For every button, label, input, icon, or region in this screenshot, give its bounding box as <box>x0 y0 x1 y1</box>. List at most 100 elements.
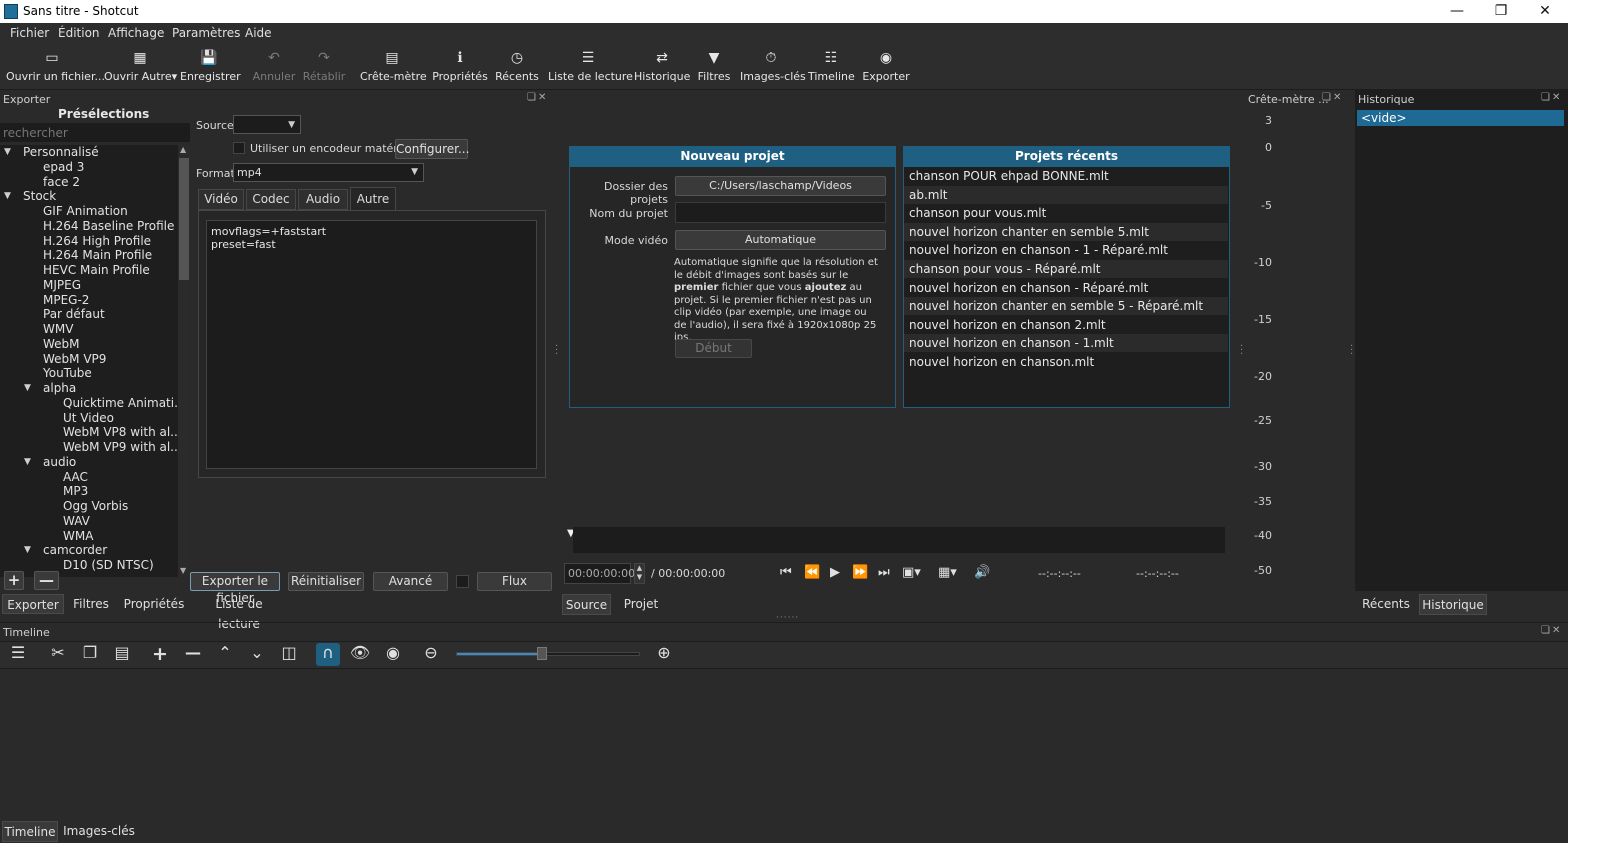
preset-tree-item[interactable]: YouTube <box>0 366 178 381</box>
tab-source[interactable]: Source <box>562 594 611 615</box>
scrollbar-thumb[interactable] <box>179 158 189 280</box>
preset-tree-item[interactable]: GIF Animation <box>0 204 178 219</box>
tab-other[interactable]: Autre <box>350 187 396 211</box>
zoom-out-icon[interactable]: ⊖ <box>419 643 443 662</box>
remove-preset-button[interactable]: — <box>34 571 59 590</box>
expand-arrow-icon[interactable]: ▼ <box>24 457 31 467</box>
preset-tree-item[interactable]: ▼ Personnalisé <box>0 145 178 160</box>
splitter-handle-left[interactable]: · · · <box>555 342 558 360</box>
split-icon[interactable]: ◫ <box>277 643 301 662</box>
splitter-handle-right[interactable]: · · · <box>1240 342 1243 360</box>
expand-arrow-icon[interactable]: ▼ <box>24 545 31 555</box>
peak-meter-button[interactable]: ▤ Crête-mètre <box>360 44 427 89</box>
play-icon[interactable]: ▶ <box>830 565 840 580</box>
recent-button[interactable]: ◷ Récents <box>494 44 540 89</box>
video-mode-button[interactable]: Automatique <box>675 230 886 250</box>
timecode-spinner[interactable]: ▲ ▼ <box>634 563 645 584</box>
expand-arrow-icon[interactable]: ▼ <box>4 147 11 157</box>
tab-video[interactable]: Vidéo <box>198 189 244 210</box>
tab-timeline[interactable]: Timeline <box>2 821 58 842</box>
menu-settings[interactable]: Paramètres <box>172 26 240 40</box>
append-icon[interactable]: + <box>148 643 172 665</box>
preset-tree-item[interactable]: WAV <box>0 514 178 529</box>
tab-audio[interactable]: Audio <box>298 189 348 210</box>
preset-tree-item[interactable]: HEVC Main Profile <box>0 263 178 278</box>
preset-tree-item[interactable]: ▼ audio <box>0 455 178 470</box>
export-file-button[interactable]: Exporter le fichier <box>190 572 280 605</box>
tab-filters[interactable]: Filtres <box>68 594 114 614</box>
history-dock-icons[interactable]: ❏✕ <box>1541 92 1562 103</box>
recent-project-item[interactable]: nouvel horizon en chanson.mlt <box>904 353 1228 371</box>
recent-project-item[interactable]: nouvel horizon chanter en semble 5.mlt <box>904 222 1228 241</box>
tab-codec[interactable]: Codec <box>246 189 296 210</box>
preset-tree-item[interactable]: ▼ camcorder <box>0 543 178 558</box>
playlist-button[interactable]: ☰ Liste de lecture <box>548 44 633 89</box>
recent-project-item[interactable]: nouvel horizon en chanson 2.mlt <box>904 316 1228 334</box>
recent-project-item[interactable]: chanson pour vous - Réparé.mlt <box>904 260 1228 278</box>
export-button[interactable]: ◉ Exporter <box>862 44 910 89</box>
scroll-down-icon[interactable]: ▼ <box>180 566 186 575</box>
preset-tree-item[interactable]: MJPEG <box>0 278 178 293</box>
tab-export[interactable]: Exporter <box>2 594 64 614</box>
hw-encoder-checkbox[interactable] <box>233 142 245 154</box>
recent-project-item[interactable]: chanson POUR ehpad BONNE.mlt <box>904 167 1228 185</box>
skip-end-icon[interactable]: ⏭ <box>878 565 890 580</box>
volume-icon[interactable]: 🔊 <box>974 565 990 580</box>
snap-icon[interactable]: ∩ <box>316 643 340 666</box>
project-folder-button[interactable]: C:/Users/laschamp/Videos <box>675 176 886 196</box>
recent-project-item[interactable]: nouvel horizon chanter en semble 5 - Rép… <box>904 297 1228 316</box>
tab-playlist[interactable]: Liste de lecture <box>194 594 284 631</box>
tab-history[interactable]: Historique <box>1419 594 1487 615</box>
scroll-up-icon[interactable]: ▲ <box>180 145 186 154</box>
history-button[interactable]: ⇄ Historique <box>634 44 690 89</box>
lift-icon[interactable]: ⌃ <box>213 643 237 662</box>
preset-tree-item[interactable]: Par défaut <box>0 307 178 322</box>
preset-tree-item[interactable]: WebM VP9 <box>0 352 178 367</box>
open-file-button[interactable]: ▭ Ouvrir un fichier... <box>6 44 105 89</box>
keyframes-button[interactable]: ⏱ Images-clés <box>740 44 806 89</box>
timeline-tracks-area[interactable] <box>0 670 1568 820</box>
preset-tree-item[interactable]: Quicktime Animati... <box>0 396 178 411</box>
other-params-textarea[interactable]: movflags=+faststart preset=fast <box>206 220 537 469</box>
timecode-input[interactable]: 00:00:00:00 <box>564 563 635 584</box>
preset-tree-item[interactable]: H.264 Main Profile <box>0 248 178 263</box>
menu-edit[interactable]: Édition <box>58 26 100 40</box>
preset-tree-item[interactable]: Ut Video <box>0 411 178 426</box>
preset-tree-item[interactable]: Ogg Vorbis <box>0 499 178 514</box>
undo-button[interactable]: ↶ Annuler <box>252 44 296 89</box>
copy-icon[interactable]: ❐ <box>78 643 102 662</box>
recent-project-item[interactable]: nouvel horizon en chanson - 1.mlt <box>904 334 1228 353</box>
properties-button[interactable]: ℹ Propriétés <box>432 44 488 89</box>
dock-float-close-icon[interactable]: ❏✕ <box>527 92 548 103</box>
menu-file[interactable]: Fichier <box>10 26 49 40</box>
configure-button[interactable]: Configurer... <box>395 139 469 159</box>
scrub-bar[interactable] <box>573 527 1225 553</box>
fast-forward-icon[interactable]: ⏩ <box>852 565 868 580</box>
grid-icon[interactable]: ▦▾ <box>938 565 957 580</box>
recent-project-item[interactable]: nouvel horizon en chanson - 1 - Réparé.m… <box>904 241 1228 259</box>
advanced-button[interactable]: Avancé <box>373 572 448 591</box>
expand-arrow-icon[interactable]: ▼ <box>24 383 31 393</box>
preset-search-input[interactable] <box>0 123 190 142</box>
preset-tree-item[interactable]: AAC <box>0 470 178 485</box>
recent-project-item[interactable]: ab.mlt <box>904 185 1228 204</box>
zoom-slider-track[interactable] <box>456 652 640 656</box>
menu-view[interactable]: Affichage <box>108 26 164 40</box>
overwrite-icon[interactable]: ⌄ <box>245 643 269 662</box>
zoom-fit-icon[interactable]: ▣▾ <box>902 565 921 580</box>
maximize-icon[interactable]: ❐ <box>1478 0 1524 23</box>
cut-icon[interactable]: ✂ <box>46 643 70 662</box>
preset-tree-item[interactable]: ▼ alpha <box>0 381 178 396</box>
preset-tree-item[interactable]: WebM <box>0 337 178 352</box>
timeline-dock-icons[interactable]: ❏✕ <box>1541 625 1562 636</box>
menu-help[interactable]: Aide <box>245 26 272 40</box>
tab-project[interactable]: Projet <box>616 594 666 615</box>
timeline-button[interactable]: ☷ Timeline <box>808 44 855 89</box>
preset-tree-item[interactable]: epad 3 <box>0 160 178 175</box>
recent-project-item[interactable]: chanson pour vous.mlt <box>904 204 1228 222</box>
expand-arrow-icon[interactable]: ▼ <box>4 191 11 201</box>
preset-tree-item[interactable]: ▼ Stock <box>0 189 178 204</box>
history-item[interactable]: <vide> <box>1357 110 1564 126</box>
preset-tree-item[interactable]: face 2 <box>0 175 178 190</box>
preset-tree-item[interactable]: MPEG-2 <box>0 293 178 308</box>
